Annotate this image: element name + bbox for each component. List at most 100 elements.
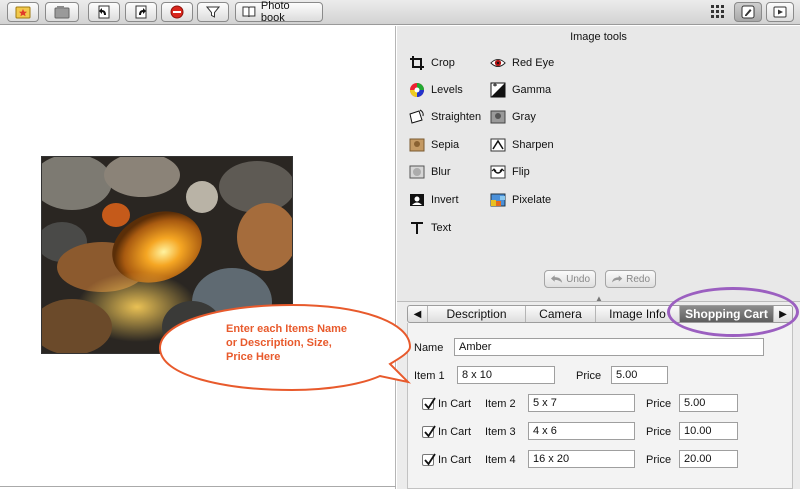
item2-price-field[interactable]: 5.00 xyxy=(679,394,738,412)
undo-button[interactable]: Undo xyxy=(544,270,596,288)
flip-icon xyxy=(490,164,506,180)
checkmark-icon xyxy=(424,453,436,466)
tool-red-eye[interactable]: Red Eye xyxy=(490,55,554,71)
item2-size-field[interactable]: 5 x 7 xyxy=(528,394,635,412)
image-tools-panel: Image tools Crop Levels Straighten Sepia… xyxy=(397,26,800,489)
crop-icon xyxy=(409,55,425,71)
tool-label: Flip xyxy=(512,166,530,178)
sharpen-icon xyxy=(490,137,506,153)
tool-sharpen[interactable]: Sharpen xyxy=(490,137,554,153)
delete-button[interactable] xyxy=(161,2,193,22)
item4-label: Item 4 xyxy=(485,454,516,466)
levels-icon xyxy=(409,82,425,98)
tab-description[interactable]: Description xyxy=(428,306,526,322)
tool-label: Straighten xyxy=(431,111,482,123)
item3-in-cart-checkbox[interactable] xyxy=(422,425,436,438)
photo-book-button[interactable]: Photo book xyxy=(235,0,323,24)
tool-label: Sharpen xyxy=(512,139,554,151)
item1-label: Item 1 xyxy=(414,370,445,382)
tool-straighten[interactable]: Straighten xyxy=(409,109,481,125)
image-tools-title: Image tools xyxy=(570,31,627,43)
folder-button[interactable] xyxy=(45,2,79,22)
shopping-cart-highlight-ring xyxy=(667,287,799,337)
redo-button[interactable]: Redo xyxy=(605,270,656,288)
item3-size-field[interactable]: 4 x 6 xyxy=(528,422,635,440)
tab-scroll-left-button[interactable]: ◀ xyxy=(408,306,428,322)
item2-price-label: Price xyxy=(646,398,672,410)
grid-view-button[interactable] xyxy=(711,5,725,19)
item3-price-field[interactable]: 10.00 xyxy=(679,422,738,440)
redo-icon xyxy=(611,275,623,283)
tab-camera[interactable]: Camera xyxy=(526,306,596,322)
stop-icon xyxy=(170,5,184,19)
text-icon xyxy=(409,220,425,236)
red-eye-icon xyxy=(490,55,506,71)
item4-in-cart-label: In Cart xyxy=(438,454,472,466)
folder-icon xyxy=(54,6,70,19)
redo-label: Redo xyxy=(626,273,650,285)
tool-flip[interactable]: Flip xyxy=(490,164,530,180)
gamma-icon xyxy=(490,82,506,98)
tool-label: Gamma xyxy=(512,84,552,96)
tool-invert[interactable]: Invert xyxy=(409,192,459,208)
tool-levels[interactable]: Levels xyxy=(409,82,463,98)
item4-size-field[interactable]: 16 x 20 xyxy=(528,450,635,468)
star-folder-icon xyxy=(15,6,31,19)
undo-label: Undo xyxy=(566,273,590,285)
edit-icon xyxy=(741,5,755,19)
edit-mode-button[interactable] xyxy=(734,2,762,22)
item1-size-field[interactable]: 8 x 10 xyxy=(457,366,555,384)
item4-price-field[interactable]: 20.00 xyxy=(679,450,738,468)
tool-label: Invert xyxy=(431,194,459,206)
tool-crop[interactable]: Crop xyxy=(409,55,455,71)
photo-book-label: Photo book xyxy=(260,0,290,24)
photo-canvas xyxy=(0,26,396,489)
item2-label: Item 2 xyxy=(485,398,516,410)
tool-label: Pixelate xyxy=(512,194,552,206)
item4-price-label: Price xyxy=(646,454,672,466)
toolbar: Photo book xyxy=(0,0,800,25)
callout-text: Enter each Items Name or Description, Si… xyxy=(226,323,348,363)
item3-price-label: Price xyxy=(646,426,672,438)
canvas-divider xyxy=(0,486,396,487)
tool-label: Crop xyxy=(431,57,455,69)
blur-icon xyxy=(409,164,425,180)
item3-label: Item 3 xyxy=(485,426,516,438)
pixelate-icon xyxy=(490,192,506,208)
name-field[interactable]: Amber xyxy=(454,338,764,356)
straighten-icon xyxy=(409,109,425,125)
tool-blur[interactable]: Blur xyxy=(409,164,451,180)
sepia-icon xyxy=(409,137,425,153)
item2-in-cart-label: In Cart xyxy=(438,398,472,410)
slideshow-button[interactable] xyxy=(766,2,794,22)
tool-sepia[interactable]: Sepia xyxy=(409,137,459,153)
rotate-right-button[interactable] xyxy=(125,2,157,22)
tool-label: Sepia xyxy=(431,139,460,151)
name-label: Name xyxy=(414,342,444,354)
item3-in-cart-label: In Cart xyxy=(438,426,472,438)
rotate-left-button[interactable] xyxy=(88,2,120,22)
slideshow-icon xyxy=(773,6,787,18)
grid-view-icon xyxy=(711,5,724,18)
tool-text[interactable]: Text xyxy=(409,220,451,236)
item1-price-field[interactable]: 5.00 xyxy=(611,366,668,384)
undo-icon xyxy=(550,275,563,283)
filter-button[interactable] xyxy=(197,2,229,22)
tool-label: Red Eye xyxy=(512,57,555,69)
tool-label: Levels xyxy=(431,84,463,96)
checkmark-icon xyxy=(424,397,436,410)
new-album-button[interactable] xyxy=(7,2,39,22)
book-icon xyxy=(242,6,256,17)
tool-pixelate[interactable]: Pixelate xyxy=(490,192,551,208)
tool-label: Text xyxy=(431,222,452,234)
rotate-left-icon xyxy=(98,5,110,19)
rotate-right-icon xyxy=(135,5,147,19)
tool-gray[interactable]: Gray xyxy=(490,109,536,125)
shopping-cart-form: Name Amber Item 1 8 x 10 Price 5.00 In C… xyxy=(407,323,793,489)
checkmark-icon xyxy=(424,425,436,438)
item2-in-cart-checkbox[interactable] xyxy=(422,397,436,410)
item4-in-cart-checkbox[interactable] xyxy=(422,453,436,466)
invert-icon xyxy=(409,192,425,208)
tool-gamma[interactable]: Gamma xyxy=(490,82,551,98)
filter-icon xyxy=(206,6,220,18)
